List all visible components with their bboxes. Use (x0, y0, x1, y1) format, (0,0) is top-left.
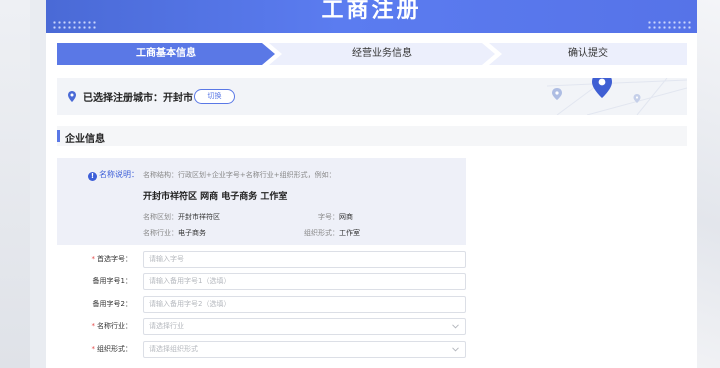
field-label: 备用字号1： (57, 276, 132, 286)
field-label: * 首选字号： (57, 254, 133, 264)
chevron-down-icon (452, 347, 459, 352)
map-pin-icon (592, 78, 612, 98)
step-confirm[interactable]: 确认提交 (489, 43, 687, 65)
decorative-dots (647, 20, 691, 30)
location-pin-icon (68, 91, 76, 102)
backup-name-1-input[interactable]: 请输入备用字号1（选填） (143, 273, 466, 290)
field-label-text: 备用字号2： (92, 300, 132, 308)
field-label-text: 组织形式： (97, 345, 132, 353)
page-background-left (0, 0, 30, 368)
name-form-value: 工作室 (339, 229, 360, 237)
field-label: 备用字号2： (57, 299, 132, 309)
name-form: 组织形式：工作室 (304, 228, 360, 238)
preferred-name-input[interactable]: 请输入字号 (143, 251, 466, 268)
name-brand-value: 网商 (339, 213, 353, 221)
form-row-industry: * 名称行业： 请选择行业 (57, 318, 477, 335)
name-region: 名称区划：开封市祥符区 (143, 212, 220, 222)
step-business-info[interactable]: 经营业务信息 (269, 43, 495, 65)
field-label: * 组织形式： (57, 344, 133, 354)
step-basic-info[interactable]: 工商基本信息 (57, 43, 275, 65)
field-label-text: 名称行业： (97, 322, 132, 330)
name-industry-key: 名称行业： (143, 229, 178, 237)
section-title: 企业信息 (65, 134, 105, 145)
field-label: * 名称行业： (57, 321, 133, 331)
step-progress: 工商基本信息 经营业务信息 确认提交 (57, 43, 687, 65)
name-brand-key: 字号： (318, 213, 339, 221)
name-industry-value: 电子商务 (178, 229, 206, 237)
map-pin-icon (552, 88, 562, 100)
selected-city-bar: 已选择注册城市：开封市 切换 (57, 78, 687, 115)
form-row-preferred-name: * 首选字号： 请输入字号 (57, 251, 477, 268)
form-row-backup-name-2: 备用字号2： 请输入备用字号2（选填） (57, 296, 477, 313)
name-region-key: 名称区划： (143, 213, 178, 221)
name-example: 开封市祥符区 网商 电子商务 工作室 (143, 192, 288, 202)
registration-card: 工商注册 工商基本信息 经营业务信息 确认提交 已选择注册城市：开封市 切换 企… (46, 0, 697, 368)
required-marker: * (91, 345, 96, 353)
name-rule-label-text: 名称说明： (99, 170, 139, 179)
required-marker: * (91, 322, 96, 330)
selected-city-label: 已选择注册城市：开封市 (83, 93, 193, 104)
map-illustration (547, 78, 687, 115)
page-title: 工商注册 (321, 0, 422, 23)
name-rule-label: ! 名称说明： (88, 169, 139, 181)
name-rule-box: ! 名称说明： 名称结构：行政区划+企业字号+名称行业+组织形式，例如： 开封市祥… (57, 158, 466, 245)
name-industry: 名称行业：电子商务 (143, 228, 206, 238)
section-header: 企业信息 (57, 126, 687, 146)
info-circle-icon: ! (88, 172, 97, 181)
required-marker: * (91, 255, 96, 263)
industry-select-placeholder: 请选择行业 (149, 322, 184, 330)
field-label-text: 备用字号1： (92, 277, 132, 285)
switch-city-button[interactable]: 切换 (194, 89, 235, 104)
industry-select[interactable]: 请选择行业 (143, 318, 466, 335)
organization-form-select[interactable]: 请选择组织形式 (143, 341, 466, 358)
name-form-key: 组织形式： (304, 229, 339, 237)
name-brand: 字号：网商 (318, 212, 353, 222)
name-structure-text: 名称结构：行政区划+企业字号+名称行业+组织形式，例如： (143, 171, 336, 179)
section-accent-bar (57, 130, 60, 142)
form-row-backup-name-1: 备用字号1： 请输入备用字号1（选填） (57, 273, 477, 290)
header-banner: 工商注册 (46, 0, 697, 33)
form-row-organization-form: * 组织形式： 请选择组织形式 (57, 341, 477, 358)
organization-form-select-placeholder: 请选择组织形式 (149, 345, 198, 353)
chevron-down-icon (452, 324, 459, 329)
field-label-text: 首选字号： (97, 255, 132, 263)
name-region-value: 开封市祥符区 (178, 213, 220, 221)
backup-name-2-input[interactable]: 请输入备用字号2（选填） (143, 296, 466, 313)
